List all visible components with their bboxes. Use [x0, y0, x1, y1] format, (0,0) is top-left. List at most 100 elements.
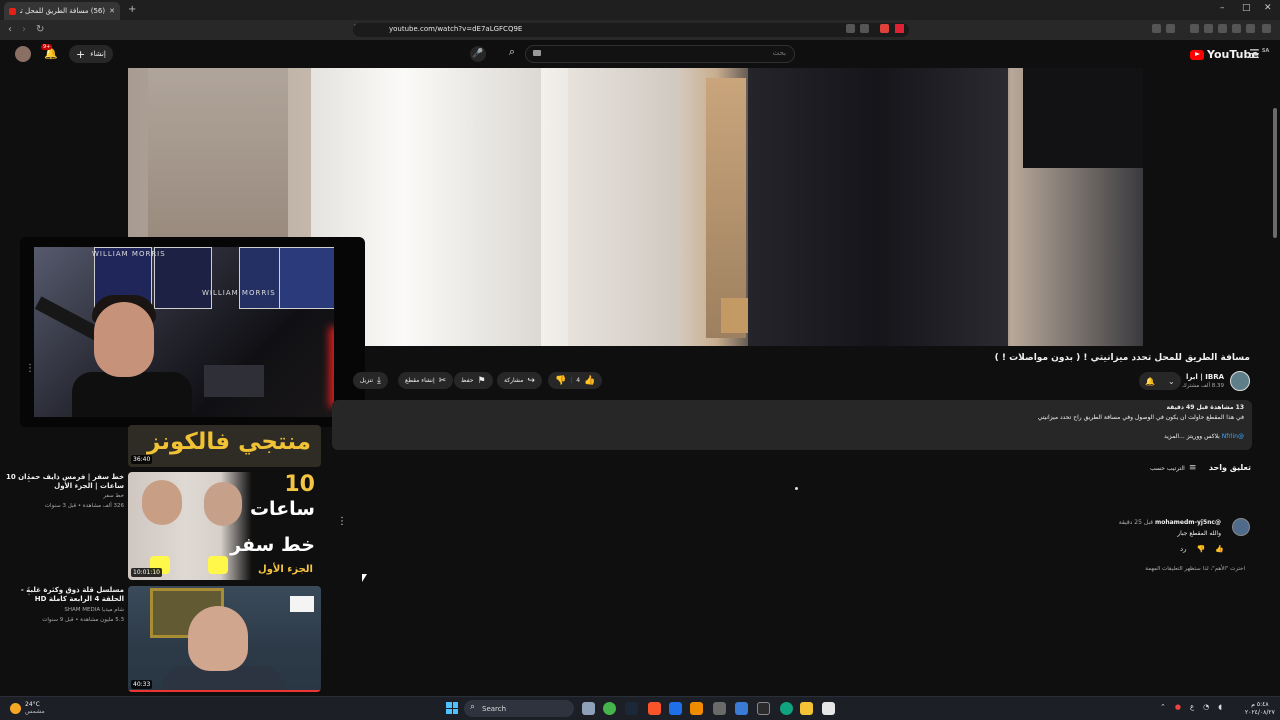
share-page-icon[interactable] [860, 24, 869, 33]
recommendation-channel[interactable]: شام ميديا SHAM MEDIA [4, 606, 124, 615]
bell-icon: 🔔 [1145, 376, 1156, 386]
clip-label: إنشاء مقطع [405, 377, 435, 384]
brave-shield-icon[interactable] [880, 24, 889, 33]
show-more-link[interactable]: ...المزيد [1164, 433, 1185, 440]
leo-icon[interactable] [1232, 24, 1241, 33]
url-text: youtube.com/watch?v=dE7aLGFCQ9E [389, 25, 523, 33]
thumbs-down-icon[interactable]: 👎 [555, 376, 566, 386]
recommendation-channel[interactable]: خط سفر [4, 492, 124, 501]
streamer-body [72, 372, 192, 417]
plus-icon: + [76, 47, 86, 61]
more-actions-icon[interactable]: ⋮ [337, 516, 347, 527]
recommendation-title[interactable]: مسلسل قلة ذوق وكثرة غلبة - الحلقة 4 الرا… [4, 586, 124, 604]
app-icon[interactable] [735, 702, 748, 715]
address-bar[interactable]: youtube.com/watch?v=dE7aLGFCQ9E [353, 23, 909, 37]
chevron-up-icon[interactable]: ⌃ [1160, 703, 1166, 711]
search-placeholder: بحث [772, 49, 786, 57]
network-icon[interactable]: ◔ [1203, 703, 1209, 711]
search-input[interactable]: بحث [525, 45, 795, 63]
guide-menu-icon[interactable]: ☰ [1249, 47, 1260, 61]
snapchat-icon [208, 556, 228, 574]
comment-text: والله المقطع جبار [1177, 530, 1221, 537]
extension-icon[interactable] [1166, 24, 1175, 33]
media-icon[interactable] [1190, 24, 1199, 33]
subscribed-button[interactable]: 🔔 ⌄ [1139, 372, 1181, 390]
terminal-icon[interactable] [757, 702, 770, 715]
comment-time[interactable]: قبل 25 دقيقة [1119, 519, 1153, 526]
wallet-icon[interactable] [1218, 24, 1227, 33]
streamer-face [94, 302, 154, 377]
recommendation-meta: 5.3 مليون مشاهدة • قبل 9 سنوات [42, 617, 124, 623]
comment-author[interactable]: @mohamedm-yj5nc [1155, 519, 1221, 526]
app-icon[interactable] [669, 702, 682, 715]
youtube-play-icon [1190, 49, 1204, 60]
reload-icon[interactable]: ↻ [36, 24, 44, 35]
save-button[interactable]: ⚑ حفظ [454, 372, 493, 389]
thumbnail-text: منتجي فالكونز [147, 429, 311, 455]
description-text: في هذا المقطع حاولت ان يكون في الوصول وف… [1037, 414, 1244, 421]
file-explorer-icon[interactable] [800, 702, 813, 715]
tab-close-icon[interactable]: ✕ [109, 7, 115, 15]
account-avatar[interactable] [15, 46, 31, 62]
commenter-avatar[interactable] [1232, 518, 1250, 536]
new-tab-button[interactable]: + [128, 4, 136, 15]
poster-text: WILLIAM MORRIS [92, 250, 166, 258]
task-view-icon[interactable] [582, 702, 595, 715]
create-button[interactable]: + إنشاء [69, 45, 113, 63]
weather-temp: 24°C [25, 701, 40, 708]
scissors-icon: ✂ [438, 375, 447, 386]
chrome-icon[interactable] [603, 702, 616, 715]
browser-tab[interactable]: (56) مسافة الطريق للمحل تحدد ميزانيتي ! … [4, 2, 120, 20]
download-button[interactable]: ⤓ تنزيل [353, 372, 388, 389]
search-button[interactable]: ⌕ [500, 45, 524, 63]
taskbar-search-label: Search [482, 704, 507, 713]
weather-widget[interactable]: 24°C مشمس [10, 701, 45, 715]
recommendation-thumbnail[interactable]: منتجي فالكونز 36:40 [128, 425, 321, 467]
back-icon[interactable]: ‹ [8, 24, 12, 35]
volume-icon[interactable]: ◖ [1218, 703, 1222, 711]
minimize-button[interactable]: – [1220, 3, 1225, 13]
thumbs-up-icon[interactable]: 👍 [584, 376, 595, 386]
thumbs-up-icon[interactable]: 👍 [1215, 545, 1224, 553]
obs-icon[interactable] [713, 702, 726, 715]
keyboard-icon[interactable] [533, 50, 541, 56]
steam-icon[interactable] [625, 702, 638, 715]
like-dislike-button[interactable]: 👍 4 | 👎 [548, 372, 603, 389]
recommendation-title[interactable]: خط سفر | فرمس ذايف حمدان 10 ساعات | الجز… [4, 473, 124, 491]
app-icon[interactable] [780, 702, 793, 715]
voice-search-icon[interactable]: 🎤 [470, 46, 486, 62]
more-actions-icon[interactable]: ⋮ [25, 363, 35, 374]
thumbs-down-icon[interactable]: 👎 [1197, 545, 1206, 553]
start-button[interactable] [446, 702, 458, 714]
mention-link[interactable]: @Nfrlin [1222, 433, 1244, 440]
recommendation-thumbnail[interactable]: 40:33 [128, 586, 321, 692]
channel-avatar[interactable] [1230, 371, 1250, 391]
channel-name[interactable]: IBRA | ابرا [1186, 373, 1224, 381]
app-icon[interactable] [822, 702, 835, 715]
chevron-down-icon: ⌄ [1167, 376, 1175, 386]
browser-toolbar: ‹ › ↻ ⎘ youtube.com/watch?v=dE7aLGFCQ9E [0, 20, 1280, 40]
taskbar-search[interactable]: ⌕ Search [464, 700, 574, 717]
window-close-button[interactable]: ✕ [1264, 3, 1272, 13]
page-scrollbar[interactable] [1273, 108, 1277, 238]
language-indicator[interactable]: ع [1190, 703, 1194, 711]
thumbnail-text: ساعات [249, 498, 315, 520]
forward-icon[interactable]: › [22, 24, 26, 35]
browser-menu-icon[interactable] [1262, 24, 1271, 33]
description-box[interactable]: 13 مشاهدة قبل 49 دقيقة في هذا المقطع حاو… [332, 400, 1252, 450]
reply-button[interactable]: رد [1180, 545, 1187, 553]
maximize-button[interactable]: □ [1242, 3, 1251, 13]
rewards-icon[interactable] [895, 24, 904, 33]
clock[interactable]: ٥:٤٨ م ٢٠٢٤/٠٨/٢٧ [1245, 701, 1275, 717]
clip-button[interactable]: ✂ إنشاء مقطع [398, 372, 454, 389]
sort-comments-button[interactable]: ≡ الترتيب حسب [1150, 463, 1196, 473]
install-app-icon[interactable] [846, 24, 855, 33]
recommendation-thumbnail[interactable]: 10 ساعات خط سفر الجزء الأول 10:01:10 [128, 472, 321, 580]
brave-icon[interactable] [648, 702, 661, 715]
extension-icon[interactable] [1152, 24, 1161, 33]
mic-tray-icon[interactable]: ● [1175, 703, 1181, 711]
sidebar-icon[interactable] [1204, 24, 1213, 33]
share-button[interactable]: ↪ مشاركة [497, 372, 542, 389]
vpn-icon[interactable] [1246, 24, 1255, 33]
app-icon[interactable] [690, 702, 703, 715]
